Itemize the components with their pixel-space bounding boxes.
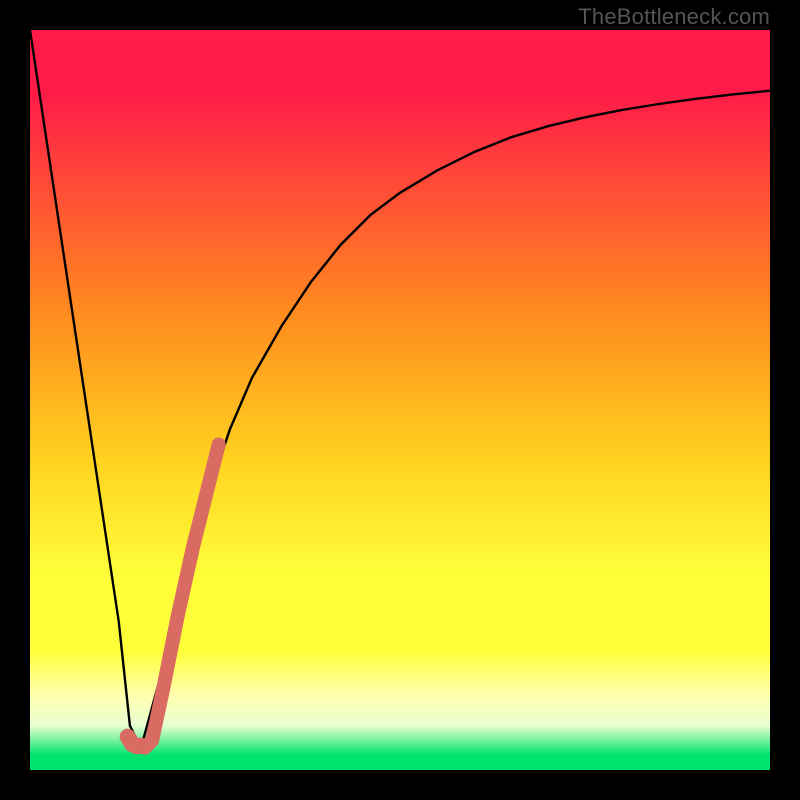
curve-svg [30,30,770,770]
highlight-blob-path [128,737,141,747]
chart-frame: TheBottleneck.com [0,0,800,800]
bottleneck-curve-path [30,30,770,748]
watermark-text: TheBottleneck.com [578,4,770,30]
highlight-segment-path [145,444,219,747]
plot-area [30,30,770,770]
